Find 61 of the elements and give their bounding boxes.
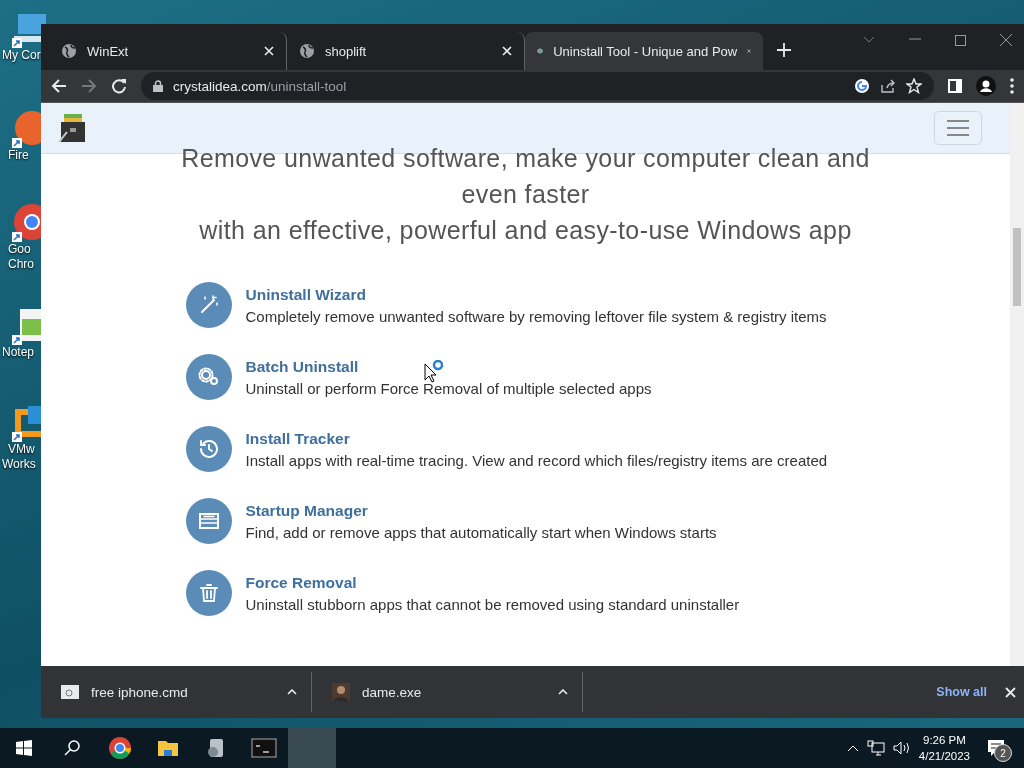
chrome-icon[interactable] (108, 736, 132, 760)
close-icon[interactable] (1000, 34, 1012, 46)
notifications-button[interactable]: 2 (978, 732, 1014, 764)
scrollbar[interactable] (1010, 103, 1024, 666)
file-icon (61, 685, 79, 699)
feature-title[interactable]: Uninstall Wizard (245, 285, 827, 304)
icon-label: Works (1, 457, 36, 472)
menu-icon[interactable] (1010, 78, 1014, 94)
browser-tab[interactable]: Uninstall Tool - Unique and Pow (525, 32, 763, 70)
chevron-icon[interactable] (863, 36, 875, 44)
download-item[interactable]: dame.exe (312, 672, 583, 712)
windows-icon (16, 740, 32, 756)
show-all-link[interactable]: Show all (936, 685, 987, 699)
icon-label: My Cor (1, 48, 41, 63)
caret-icon[interactable] (287, 689, 297, 695)
feature-description: Find, add or remove apps that automatically start when Windows starts (245, 523, 717, 541)
globe-icon (299, 43, 315, 59)
back-icon[interactable] (51, 78, 67, 94)
feature-title[interactable]: Install Tracker (245, 429, 828, 448)
maximize-icon[interactable] (955, 35, 966, 46)
feature-description: Uninstall or perform Force Removal of multiple selected apps (245, 379, 652, 397)
icon-label: VMw (7, 442, 35, 457)
headline: with an effective, powerful and easy-to-use Windows app (199, 215, 852, 246)
feature-title[interactable]: Batch Uninstall (245, 357, 652, 376)
network-icon[interactable] (866, 740, 885, 756)
volume-icon[interactable] (892, 740, 911, 756)
icon-label: Chro (7, 257, 34, 272)
lock-icon (153, 80, 163, 92)
icon-label: Goo (7, 242, 31, 257)
person-icon (332, 683, 350, 701)
icon-label: Notep (1, 345, 35, 360)
logo-icon[interactable] (57, 112, 87, 144)
download-item[interactable]: free iphone.cmd (41, 672, 312, 712)
feature-title[interactable]: Force Removal (245, 573, 740, 592)
caret-icon[interactable] (558, 689, 568, 695)
menu-button[interactable] (934, 111, 982, 145)
reload-icon[interactable] (111, 78, 127, 94)
g-icon[interactable] (854, 78, 870, 94)
feature-title[interactable]: Startup Manager (245, 501, 717, 520)
url-path: /uninstall-tool (266, 79, 347, 94)
side-panel-icon[interactable] (948, 79, 962, 93)
feature-description: Completely remove unwanted software by removing leftover file system & registry items (245, 307, 827, 325)
address-bar[interactable]: crystalidea.com/uninstall-tool (141, 72, 934, 100)
headline: Remove unwanted software, make your computer clean and (181, 143, 870, 174)
headline: even faster (461, 179, 590, 210)
share-icon[interactable] (880, 78, 896, 94)
clock[interactable]: 9:26 PM 4/21/2023 (918, 732, 970, 764)
notification-count: 2 (994, 744, 1012, 762)
profile-icon[interactable] (976, 76, 996, 96)
chevron-up-icon[interactable] (846, 744, 859, 752)
feature-description: Uninstall stubborn apps that cannot be removed using standard uninstaller (245, 595, 740, 613)
star-icon[interactable] (906, 78, 922, 94)
url-domain: crystalidea.com (173, 79, 267, 94)
globe-icon (61, 43, 77, 59)
forward-icon[interactable] (81, 78, 97, 94)
icon-label: Fire (7, 148, 29, 163)
search-icon (64, 740, 80, 756)
feature-description: Install apps with real-time tracing. View and record which files/registry items are created (245, 451, 828, 469)
plus-icon[interactable] (777, 43, 791, 57)
terminal-icon[interactable] (251, 738, 277, 758)
menu-icon (947, 120, 969, 136)
